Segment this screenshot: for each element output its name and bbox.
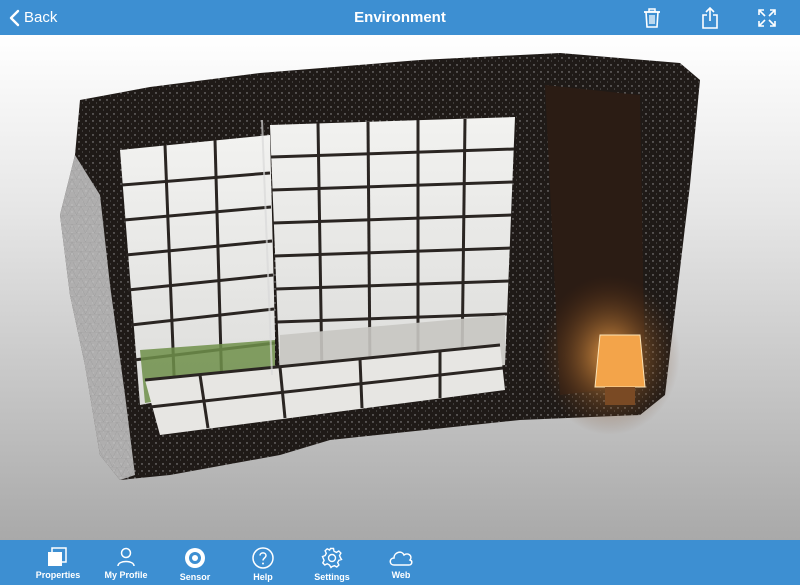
- fullscreen-button[interactable]: [752, 0, 782, 35]
- cloud-icon: [389, 551, 413, 566]
- tab-my-profile[interactable]: My Profile: [91, 540, 161, 585]
- chevron-left-icon: [9, 9, 20, 26]
- back-button-label: Back: [24, 9, 58, 26]
- window-left: [120, 135, 276, 405]
- tab-label: Web: [391, 570, 411, 580]
- help-icon: [252, 547, 274, 569]
- delete-button[interactable]: [637, 0, 667, 35]
- share-icon: [702, 6, 718, 29]
- tab-label: Help: [253, 572, 273, 582]
- 3d-model-viewport[interactable]: [0, 35, 800, 540]
- tab-help[interactable]: Help: [228, 540, 298, 585]
- back-button[interactable]: Back: [8, 0, 57, 35]
- tab-label: Settings: [314, 572, 350, 582]
- sensor-icon: [185, 548, 205, 568]
- profile-icon: [117, 547, 135, 567]
- window-right: [270, 117, 515, 380]
- tab-settings[interactable]: Settings: [297, 540, 367, 585]
- settings-icon: [321, 547, 343, 569]
- tab-label: Properties: [35, 570, 81, 580]
- tab-label: Sensor: [179, 572, 211, 582]
- 3d-mesh-render[interactable]: [0, 35, 800, 540]
- tab-label: My Profile: [104, 570, 148, 580]
- share-button[interactable]: [695, 0, 725, 35]
- tab-bar: Properties My Profile Sensor Help Settin…: [0, 540, 800, 585]
- navigation-bar: Back Environment: [0, 0, 800, 35]
- page-title: Environment: [354, 9, 446, 26]
- properties-icon: [48, 547, 67, 566]
- tab-properties[interactable]: Properties: [23, 540, 93, 585]
- tab-sensor[interactable]: Sensor: [160, 540, 230, 585]
- fullscreen-icon: [758, 8, 776, 27]
- tab-web[interactable]: Web: [366, 540, 436, 585]
- trash-icon: [644, 7, 660, 28]
